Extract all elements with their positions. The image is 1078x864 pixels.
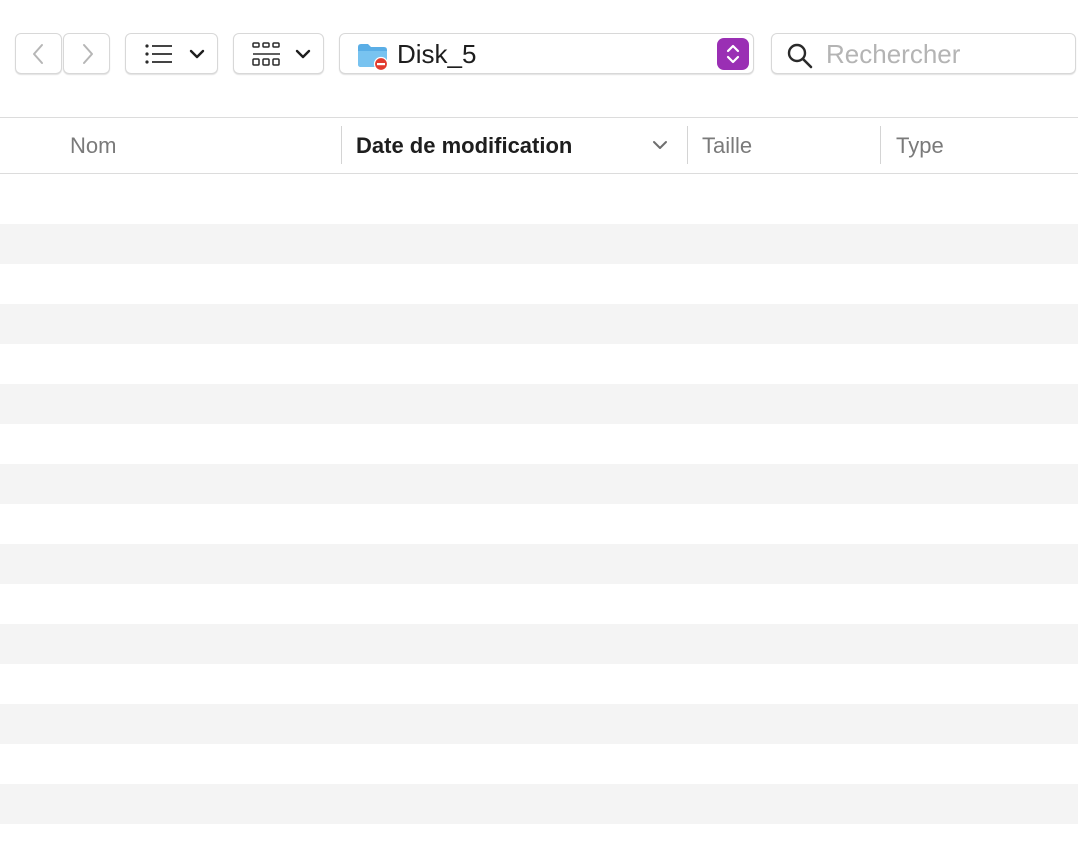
empty-row — [0, 344, 1078, 384]
empty-row — [0, 744, 1078, 784]
column-type[interactable]: Type — [896, 118, 944, 173]
empty-row — [0, 224, 1078, 264]
column-name[interactable]: Nom — [70, 118, 116, 173]
toolbar: Disk_5 — [0, 0, 1078, 118]
list-view-button[interactable] — [125, 33, 218, 74]
column-date-modified[interactable]: Date de modification — [356, 118, 572, 173]
path-stepper[interactable] — [717, 38, 749, 70]
chevron-left-icon — [33, 44, 43, 64]
column-header: Nom Date de modification Taille Type — [0, 118, 1078, 174]
back-button[interactable] — [15, 33, 62, 74]
empty-row — [0, 504, 1078, 544]
empty-row — [0, 584, 1078, 624]
column-size[interactable]: Taille — [702, 118, 752, 173]
column-separator[interactable] — [341, 126, 342, 164]
file-list[interactable] — [0, 174, 1078, 830]
empty-row — [0, 384, 1078, 424]
empty-row — [0, 304, 1078, 344]
chevron-down-icon — [189, 49, 205, 59]
path-popup-button[interactable]: Disk_5 — [339, 33, 754, 74]
search-icon — [787, 43, 813, 69]
empty-row — [0, 824, 1078, 864]
empty-row — [0, 184, 1078, 224]
path-label: Disk_5 — [397, 39, 477, 69]
up-down-chevron-icon — [726, 44, 740, 64]
empty-row — [0, 424, 1078, 464]
search-input[interactable] — [826, 38, 1066, 70]
empty-row — [0, 264, 1078, 304]
empty-row — [0, 664, 1078, 704]
forward-button[interactable] — [63, 33, 110, 74]
chevron-right-icon — [83, 44, 93, 64]
empty-row — [0, 544, 1078, 584]
column-separator[interactable] — [687, 126, 688, 164]
list-icon — [145, 44, 172, 64]
column-separator[interactable] — [880, 126, 881, 164]
chevron-down-icon — [295, 49, 311, 59]
empty-row — [0, 784, 1078, 824]
grid-view-button[interactable] — [233, 33, 324, 74]
search-field[interactable] — [771, 33, 1076, 74]
empty-row — [0, 704, 1078, 744]
folder-icon — [358, 44, 389, 71]
grid-icon — [252, 42, 280, 66]
empty-row — [0, 624, 1078, 664]
sort-descending-icon[interactable] — [651, 138, 669, 152]
empty-row — [0, 464, 1078, 504]
